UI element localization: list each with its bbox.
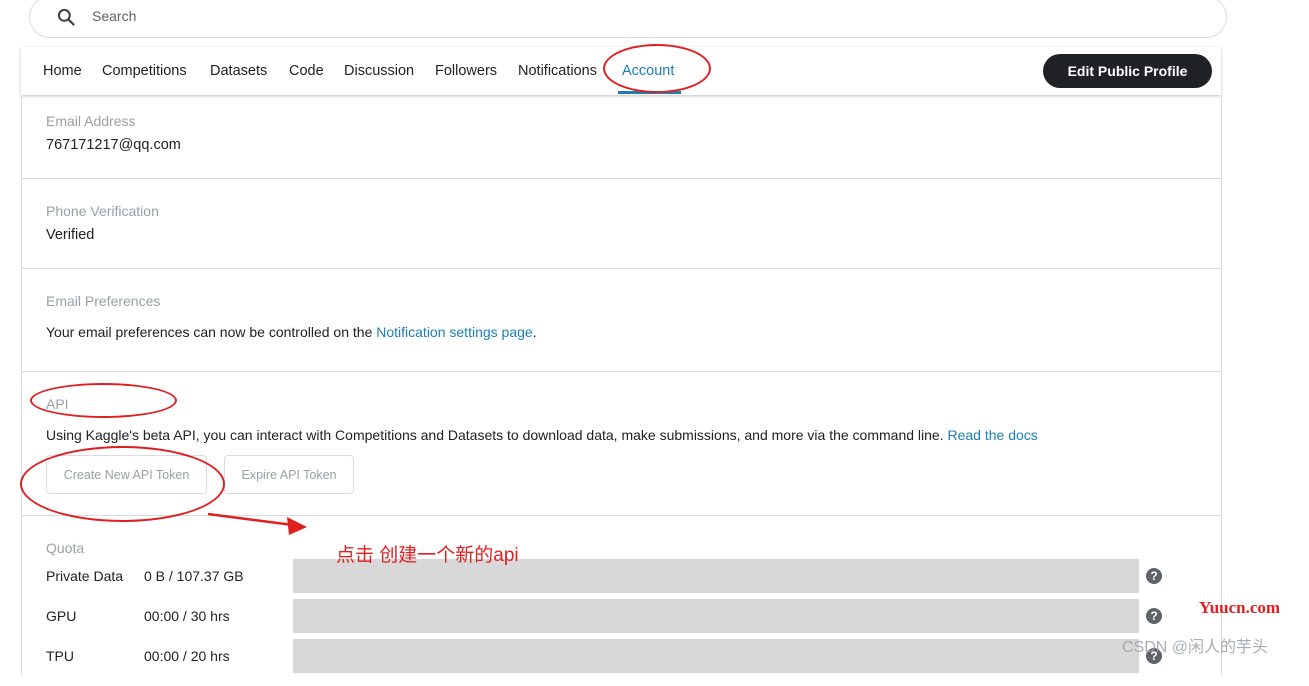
expire-api-token-button[interactable]: Expire API Token bbox=[224, 455, 354, 494]
api-section: API Using Kaggle's beta API, you can int… bbox=[22, 372, 1221, 516]
profile-nav: Home Competitions Datasets Code Discussi… bbox=[21, 47, 1221, 95]
api-label: API bbox=[46, 396, 69, 412]
phone-section: Phone Verification Verified bbox=[22, 179, 1221, 269]
phone-value: Verified bbox=[46, 227, 95, 243]
email-label: Email Address bbox=[46, 113, 136, 129]
notification-settings-link[interactable]: Notification settings page bbox=[376, 324, 532, 340]
annotation-text: 点击 创建一个新的api bbox=[336, 545, 519, 566]
quota-row: Private Data 0 B / 107.37 GB ? bbox=[22, 559, 1221, 595]
email-preferences-label: Email Preferences bbox=[46, 293, 161, 309]
quota-row: GPU 00:00 / 30 hrs ? bbox=[22, 599, 1221, 635]
quota-row: TPU 00:00 / 20 hrs ? bbox=[22, 639, 1221, 675]
quota-progress-bar bbox=[293, 639, 1139, 673]
quota-label: Quota bbox=[46, 540, 85, 556]
email-preferences-section: Email Preferences Your email preferences… bbox=[22, 269, 1221, 372]
watermark-site: Yuucn.com bbox=[1199, 598, 1281, 617]
email-preferences-text: Your email preferences can now be contro… bbox=[46, 324, 537, 340]
help-icon[interactable]: ? bbox=[1146, 568, 1162, 584]
quota-name: Private Data bbox=[46, 568, 124, 584]
annotation-arrow-icon bbox=[207, 512, 307, 535]
api-description: Using Kaggle's beta API, you can interac… bbox=[46, 427, 1038, 443]
email-preferences-suffix: . bbox=[532, 324, 537, 340]
tab-followers[interactable]: Followers bbox=[435, 63, 497, 79]
phone-label: Phone Verification bbox=[46, 203, 159, 219]
active-tab-indicator bbox=[618, 91, 681, 94]
tab-notifications[interactable]: Notifications bbox=[518, 63, 597, 79]
quota-value: 00:00 / 30 hrs bbox=[144, 608, 230, 624]
api-description-text: Using Kaggle's beta API, you can interac… bbox=[46, 427, 948, 443]
tab-account[interactable]: Account bbox=[622, 63, 674, 79]
email-section: Email Address 767171217@qq.com bbox=[22, 95, 1221, 179]
quota-progress-bar bbox=[293, 599, 1139, 633]
quota-name: TPU bbox=[46, 648, 74, 664]
search-input[interactable] bbox=[90, 7, 494, 25]
read-the-docs-link[interactable]: Read the docs bbox=[948, 427, 1038, 443]
search-bar[interactable] bbox=[29, 0, 1227, 38]
edit-public-profile-button[interactable]: Edit Public Profile bbox=[1043, 54, 1212, 88]
tab-discussion[interactable]: Discussion bbox=[344, 63, 414, 79]
quota-value: 00:00 / 20 hrs bbox=[144, 648, 230, 664]
quota-value: 0 B / 107.37 GB bbox=[144, 568, 244, 584]
watermark-author: CSDN @闲人的芋头 bbox=[1122, 639, 1269, 656]
help-icon[interactable]: ? bbox=[1146, 608, 1162, 624]
email-preferences-description: Your email preferences can now be contro… bbox=[46, 324, 377, 340]
email-value: 767171217@qq.com bbox=[46, 137, 181, 153]
quota-name: GPU bbox=[46, 608, 77, 624]
create-new-api-token-button[interactable]: Create New API Token bbox=[46, 455, 207, 494]
search-icon[interactable] bbox=[56, 7, 76, 27]
tab-datasets[interactable]: Datasets bbox=[210, 63, 267, 79]
account-panel: Email Address 767171217@qq.com Phone Ver… bbox=[21, 95, 1222, 675]
tab-competitions[interactable]: Competitions bbox=[102, 63, 187, 79]
quota-section: Quota Private Data 0 B / 107.37 GB ? GPU… bbox=[22, 516, 1221, 686]
tab-code[interactable]: Code bbox=[289, 63, 324, 79]
tab-home[interactable]: Home bbox=[43, 63, 82, 79]
